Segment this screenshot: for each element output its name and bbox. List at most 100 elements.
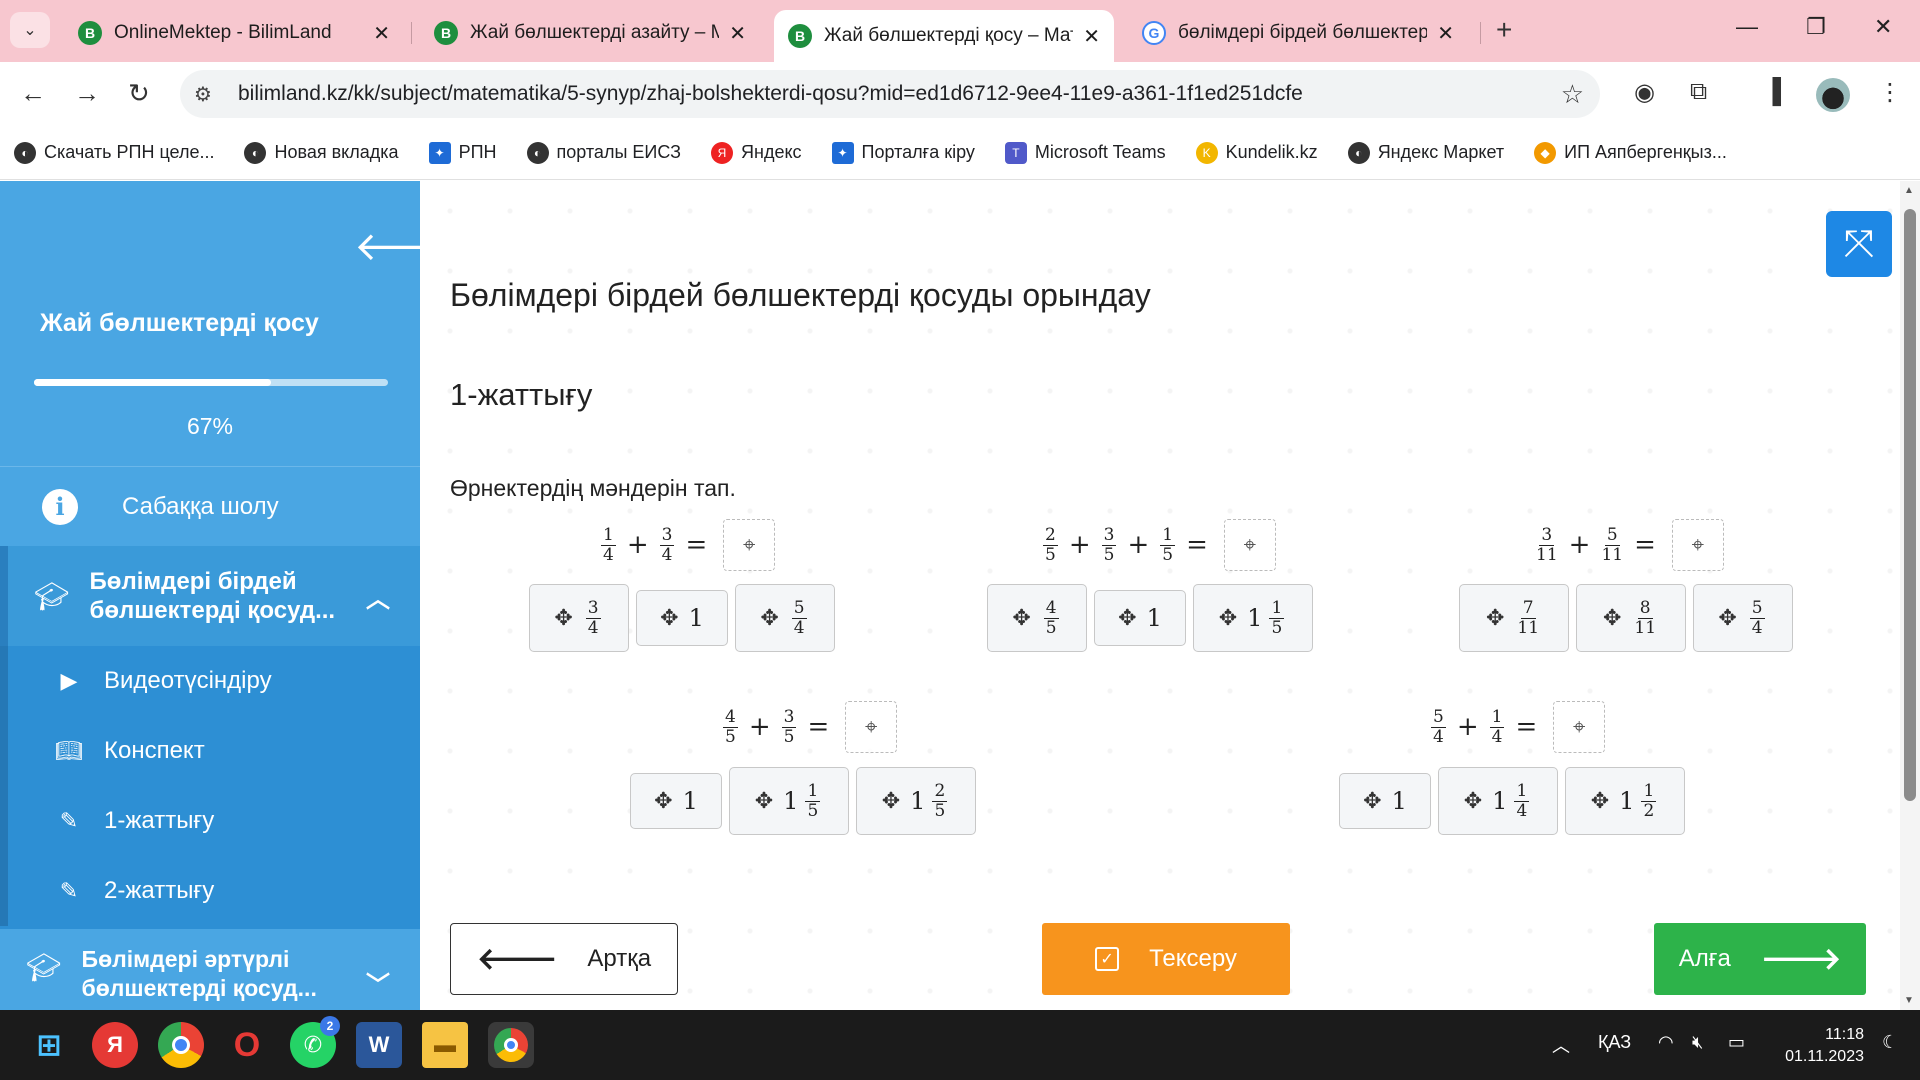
answer-option[interactable]: ✥ 34 [529, 584, 629, 652]
answer-option[interactable]: ✥ 54 [735, 584, 835, 652]
profile-avatar[interactable] [1816, 78, 1850, 112]
answer-option[interactable]: ✥ 1 12 [1565, 767, 1685, 835]
omnibox[interactable]: ⚙ bilimland.kz/kk/subject/matematika/5-s… [180, 70, 1600, 118]
answer-option[interactable]: ✥ 1 [1339, 773, 1431, 829]
answer-option[interactable]: ✥ 1 14 [1438, 767, 1558, 835]
answer-option[interactable]: ✥ 1 15 [729, 767, 849, 835]
language-indicator[interactable]: ҚАЗ [1598, 1032, 1631, 1053]
answer-drop-zone[interactable]: ⌖ [845, 701, 898, 753]
whole-number: 1 [1146, 604, 1162, 632]
minimize-icon[interactable]: — [1736, 14, 1758, 40]
scroll-up-icon[interactable]: ▲ [1904, 185, 1914, 196]
chevron-up-icon[interactable]: ︿ [366, 579, 390, 614]
forward-nav-icon[interactable]: → [74, 78, 100, 109]
back-nav-icon[interactable]: ← [20, 78, 46, 109]
side-panel-icon[interactable]: ▐ [1764, 78, 1781, 106]
yandex-browser-icon[interactable]: Я [92, 1022, 138, 1068]
browser-menu-icon[interactable]: ⋮ [1878, 78, 1902, 107]
answer-option[interactable]: ✥ 1 25 [856, 767, 976, 835]
close-tab-icon[interactable]: ✕ [729, 21, 746, 46]
answer-option[interactable]: ✥ 1 [636, 590, 728, 646]
scrollbar-thumb[interactable] [1904, 209, 1916, 801]
bookmark-item[interactable]: ◐ Скачать РПН целе... [14, 141, 214, 164]
battery-icon[interactable]: ▭ [1728, 1032, 1745, 1053]
fullscreen-button[interactable]: ⤧ [1826, 211, 1892, 277]
answer-drop-zone[interactable]: ⌖ [723, 519, 776, 571]
system-clock[interactable]: 11:18 01.11.2023 [1774, 1024, 1864, 1068]
answer-option[interactable]: ✥ 1 15 [1193, 584, 1313, 652]
chevron-up-icon[interactable]: ︿ [1552, 1032, 1570, 1058]
move-icon: ✥ [654, 788, 673, 814]
windows-start-icon[interactable]: ⊞ [26, 1022, 72, 1068]
back-button[interactable]: 🡐 Артқа [450, 923, 678, 995]
restore-icon[interactable]: ❐ [1806, 14, 1826, 40]
address-bar-row: ← → ↻ ⚙ bilimland.kz/kk/subject/matemati… [0, 62, 1920, 126]
sidebar-section-different-denominators[interactable]: 🎓︎ Бөлімдері әртүрлі бөлшектерді қосуд..… [0, 929, 420, 1010]
notifications-icon[interactable]: ☾ [1882, 1032, 1898, 1053]
answer-option[interactable]: ✥ 54 [1693, 584, 1793, 652]
answer-drop-zone[interactable]: ⌖ [1223, 519, 1276, 571]
file-explorer-icon[interactable]: ▬ [422, 1022, 468, 1068]
target-icon: ⌖ [1691, 532, 1705, 558]
chrome-active-icon[interactable] [488, 1022, 534, 1068]
bookmark-item[interactable]: ✦ Порталға кіру [831, 141, 975, 164]
answer-drop-zone[interactable]: ⌖ [1671, 519, 1724, 571]
opera-icon[interactable]: O [224, 1022, 270, 1068]
bookmark-item[interactable]: K Kundelik.kz [1195, 141, 1318, 164]
url-text[interactable]: bilimland.kz/kk/subject/matematika/5-syn… [238, 82, 1561, 106]
sidebar-section-label: Бөлімдері әртүрлі бөлшектерді қосуд... [81, 946, 317, 1001]
sidebar-item-exercise-2[interactable]: ✎ 2-жаттығу [0, 856, 420, 926]
whole-number: 1 [1391, 787, 1407, 815]
bookmark-item[interactable]: ◐ Яндекс Маркет [1347, 141, 1504, 164]
sidebar-item-video[interactable]: ▶ Видеотүсіндіру [0, 646, 420, 716]
tab-search-button[interactable]: ⌄ [10, 12, 50, 48]
next-button[interactable]: Алға 🡒 [1654, 923, 1866, 995]
scroll-down-icon[interactable]: ▼ [1904, 995, 1914, 1006]
sidebar-item-exercise-1[interactable]: ✎ 1-жаттығу [0, 786, 420, 856]
wifi-icon[interactable]: ◠ [1658, 1032, 1674, 1053]
site-settings-icon[interactable]: ⚙ [194, 82, 230, 107]
close-tab-icon[interactable]: ✕ [1083, 24, 1100, 49]
volume-muted-icon[interactable]: 🔇︎ [1692, 1032, 1703, 1053]
tab-google-search[interactable]: G бөлімдері бірдей бөлшектерд ✕ [1128, 12, 1468, 54]
bookmark-item[interactable]: ✦ РПН [428, 141, 497, 164]
tab-onlinemektep[interactable]: B OnlineMektep - BilimLand ✕ [64, 12, 404, 54]
whatsapp-icon[interactable]: ✆ 2 [290, 1016, 340, 1068]
answer-option[interactable]: ✥ 45 [987, 584, 1087, 652]
close-tab-icon[interactable]: ✕ [373, 21, 390, 46]
fraction: 45 [723, 707, 738, 747]
sidebar-section-same-denominators[interactable]: 🎓︎ Бөлімдері бірдей бөлшектерді қосуд...… [0, 546, 420, 646]
answer-option[interactable]: ✥ 8 11 [1576, 584, 1686, 652]
bookmark-star-icon[interactable]: ☆ [1561, 79, 1584, 110]
answer-option[interactable]: ✥ 7 11 [1459, 584, 1569, 652]
sidebar-item-notes[interactable]: 📖︎ Конспект [0, 716, 420, 786]
tab-subtraction[interactable]: B Жай бөлшектерді азайту – Ма ✕ [420, 12, 760, 54]
window-close-icon[interactable]: ✕ [1874, 14, 1892, 40]
lesson-sidebar: 🡐 Жай бөлшектерді қосу 67% i Сабаққа шол… [0, 181, 420, 1010]
new-tab-plus-icon[interactable]: + [1496, 14, 1512, 46]
info-icon: i [42, 488, 78, 525]
bookmark-item[interactable]: ◐ порталы ЕИСЗ [526, 141, 681, 164]
reload-icon[interactable]: ↻ [128, 78, 150, 109]
extensions-puzzle-icon[interactable]: ⧉ [1690, 78, 1707, 106]
fraction: 8 11 [1634, 598, 1656, 638]
word-icon[interactable]: W [356, 1022, 402, 1068]
bookmark-item[interactable]: ◆ ИП Аяпбергенқыз... [1534, 141, 1727, 164]
bookmark-label: РПН [458, 142, 497, 162]
page-scrollbar[interactable]: ▲ ▼ [1900, 181, 1920, 1010]
chevron-down-icon[interactable]: ﹀ [366, 965, 390, 1000]
extension-icon[interactable]: ◉ [1634, 78, 1655, 107]
answer-option[interactable]: ✥ 1 [1094, 590, 1186, 646]
close-tab-icon[interactable]: ✕ [1437, 21, 1454, 46]
move-icon: ✥ [1218, 605, 1238, 631]
bookmark-item[interactable]: ◐ Новая вкладка [244, 141, 399, 164]
collapse-sidebar-arrow-icon[interactable]: 🡐 [354, 221, 420, 270]
bookmark-item[interactable]: Я Яндекс [711, 141, 802, 164]
bookmark-item[interactable]: T Microsoft Teams [1004, 141, 1166, 164]
sidebar-item-overview[interactable]: i Сабаққа шолу [0, 466, 420, 546]
answer-drop-zone[interactable]: ⌖ [1553, 701, 1606, 753]
check-button[interactable]: ✓ Тексеру [1042, 923, 1290, 995]
chrome-icon[interactable] [158, 1022, 204, 1068]
answer-option[interactable]: ✥ 1 [630, 773, 722, 829]
tab-addition-active[interactable]: B Жай бөлшектерді қосу – Мат ✕ [774, 10, 1114, 62]
